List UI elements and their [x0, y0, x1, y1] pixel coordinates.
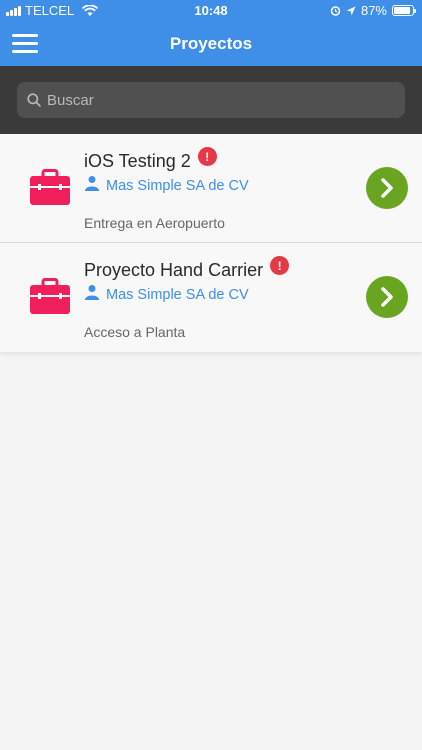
battery-percent: 87%	[360, 3, 387, 18]
client-row: Mas Simple SA de CV	[84, 176, 249, 194]
page-title: Proyectos	[169, 34, 253, 53]
app-header: TELCEL 10:48 87% Proyectos	[0, 0, 422, 66]
project-description: Entrega en Aeropuerto	[84, 215, 225, 231]
search-bar	[0, 66, 422, 134]
project-item[interactable]: Proyecto Hand Carrier ! Mas Simple SA de…	[0, 243, 422, 352]
client-name: Mas Simple SA de CV	[106, 287, 249, 303]
alert-badge-icon: !	[270, 256, 290, 275]
chevron-right-icon	[381, 178, 393, 198]
project-list: iOS Testing 2 ! Mas Simple SA de CV Entr…	[0, 134, 422, 352]
project-title: Proyecto Hand Carrier	[84, 260, 264, 280]
search-icon	[27, 93, 41, 107]
chevron-right-icon	[381, 287, 393, 307]
person-icon	[85, 176, 99, 191]
search-input[interactable]	[47, 91, 387, 109]
person-icon	[85, 285, 99, 300]
status-bar: TELCEL 10:48 87%	[0, 0, 422, 22]
project-title: iOS Testing 2	[84, 151, 191, 171]
client-name: Mas Simple SA de CV	[106, 178, 249, 194]
open-project-button[interactable]	[366, 167, 408, 209]
briefcase-icon	[30, 169, 70, 205]
briefcase-icon	[30, 278, 70, 314]
battery-icon	[392, 5, 416, 16]
alarm-icon	[330, 6, 341, 16]
project-item[interactable]: iOS Testing 2 ! Mas Simple SA de CV Entr…	[0, 134, 422, 243]
client-row: Mas Simple SA de CV	[84, 285, 249, 303]
location-icon	[346, 6, 356, 15]
search-box[interactable]	[17, 82, 405, 118]
project-description: Acceso a Planta	[84, 324, 186, 340]
open-project-button[interactable]	[366, 276, 408, 318]
alert-badge-icon: !	[197, 147, 217, 166]
